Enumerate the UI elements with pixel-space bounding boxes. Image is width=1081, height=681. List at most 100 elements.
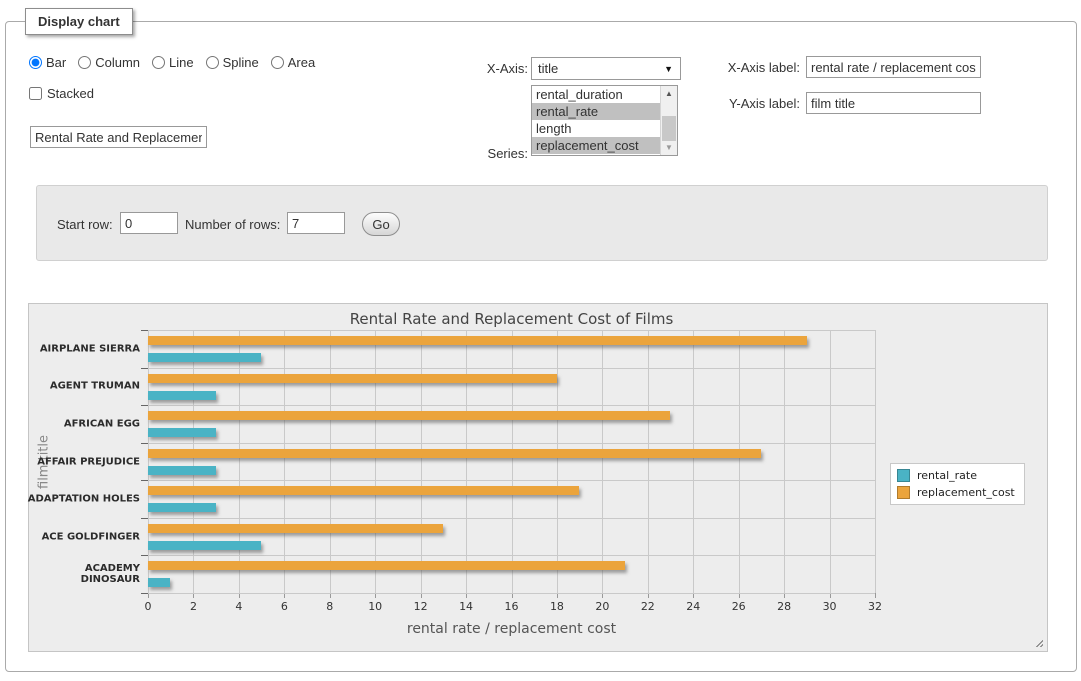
x-tick-label: 2 xyxy=(190,600,197,613)
start-row-input[interactable] xyxy=(120,212,178,234)
plot-area: 02468101214161820222426283032AIRPLANE SI… xyxy=(148,330,875,593)
x-gridline xyxy=(830,330,831,593)
series-select-label: Series: xyxy=(438,146,528,162)
chart-type-option-column[interactable]: Column xyxy=(78,55,140,70)
x-tick-label: 14 xyxy=(459,600,473,613)
y-tickmark xyxy=(141,555,148,556)
go-button[interactable]: Go xyxy=(362,212,400,236)
number-of-rows-input[interactable] xyxy=(287,212,345,234)
category-label: AFRICAN EGG xyxy=(24,418,140,429)
category-label: ACADEMY DINOSAUR xyxy=(24,563,140,585)
x-tick-label: 10 xyxy=(368,600,382,613)
x-tick-label: 4 xyxy=(235,600,242,613)
x-axis-select[interactable]: title ▼ xyxy=(531,57,681,80)
chart-type-option-line[interactable]: Line xyxy=(152,55,194,70)
category-label: AFFAIR PREJUDICE xyxy=(24,456,140,467)
series-option-rental_rate[interactable]: rental_rate xyxy=(532,103,660,120)
bar-replacement_cost xyxy=(148,524,443,533)
x-tickmark xyxy=(875,593,876,598)
stacked-option[interactable]: Stacked xyxy=(29,86,94,101)
chart-type-label: Area xyxy=(288,55,315,70)
x-tick-label: 18 xyxy=(550,600,564,613)
series-option-length[interactable]: length xyxy=(532,120,660,137)
bar-replacement_cost xyxy=(148,486,579,495)
x-gridline xyxy=(148,330,149,593)
x-gridline xyxy=(557,330,558,593)
category-label: AIRPLANE SIERRA xyxy=(24,343,140,354)
chart-title-input[interactable] xyxy=(30,126,207,148)
bar-replacement_cost xyxy=(148,411,670,420)
series-option-rental_duration[interactable]: rental_duration xyxy=(532,86,660,103)
x-tick-label: 8 xyxy=(326,600,333,613)
x-gridline xyxy=(330,330,331,593)
chart-type-option-area[interactable]: Area xyxy=(271,55,315,70)
x-gridline xyxy=(375,330,376,593)
scroll-up-icon[interactable]: ▲ xyxy=(661,86,677,101)
scroll-down-icon[interactable]: ▼ xyxy=(661,140,677,155)
series-option-replacement_cost[interactable]: replacement_cost xyxy=(532,137,660,154)
bar-rental_rate xyxy=(148,541,261,550)
chart-type-radio-line[interactable] xyxy=(152,56,165,69)
y-gridline xyxy=(148,443,875,444)
bar-replacement_cost xyxy=(148,449,761,458)
y-gridline xyxy=(148,518,875,519)
chart-type-option-spline[interactable]: Spline xyxy=(206,55,259,70)
bar-rental_rate xyxy=(148,466,216,475)
legend-swatch xyxy=(897,469,910,482)
number-of-rows-label: Number of rows: xyxy=(185,217,280,233)
y-gridline xyxy=(148,368,875,369)
chart-type-label: Bar xyxy=(46,55,66,70)
x-tick-label: 16 xyxy=(505,600,519,613)
stacked-checkbox[interactable] xyxy=(29,87,42,100)
x-tick-label: 26 xyxy=(732,600,746,613)
x-axis-label-input[interactable] xyxy=(806,56,981,78)
y-axis-label-label: Y-Axis label: xyxy=(700,96,800,112)
chart-type-option-bar[interactable]: Bar xyxy=(29,55,66,70)
y-tickmark xyxy=(141,593,148,594)
series-listbox[interactable]: rental_durationrental_ratelengthreplacem… xyxy=(531,85,678,156)
scrollbar-thumb[interactable] xyxy=(662,116,676,141)
y-gridline xyxy=(148,480,875,481)
x-tick-label: 28 xyxy=(777,600,791,613)
row-range-panel: Start row: Number of rows: Go xyxy=(36,185,1048,261)
x-tick-label: 0 xyxy=(145,600,152,613)
x-tick-label: 30 xyxy=(823,600,837,613)
x-tick-label: 20 xyxy=(595,600,609,613)
chart-type-radio-spline[interactable] xyxy=(206,56,219,69)
x-gridline xyxy=(239,330,240,593)
resize-grip-icon[interactable] xyxy=(1033,637,1043,647)
x-gridline xyxy=(193,330,194,593)
y-tickmark xyxy=(141,405,148,406)
x-gridline xyxy=(421,330,422,593)
y-tickmark xyxy=(141,518,148,519)
y-axis-label-input[interactable] xyxy=(806,92,981,114)
chart-title: Rental Rate and Replacement Cost of Film… xyxy=(148,310,875,328)
y-tickmark xyxy=(141,330,148,331)
listbox-scrollbar[interactable]: ▲ ▼ xyxy=(660,86,677,155)
chart-type-radio-area[interactable] xyxy=(271,56,284,69)
legend-item-rental_rate: rental_rate xyxy=(897,469,1015,482)
x-axis-label-label: X-Axis label: xyxy=(700,60,800,76)
x-tick-label: 6 xyxy=(281,600,288,613)
x-tick-label: 24 xyxy=(686,600,700,613)
y-tickmark xyxy=(141,480,148,481)
x-gridline xyxy=(693,330,694,593)
y-gridline xyxy=(148,330,875,331)
start-row-label: Start row: xyxy=(57,217,113,233)
chart-panel: Rental Rate and Replacement Cost of Film… xyxy=(28,303,1048,652)
y-gridline xyxy=(148,593,875,594)
chart-type-radio-column[interactable] xyxy=(78,56,91,69)
bar-rental_rate xyxy=(148,428,216,437)
chart-type-radio-bar[interactable] xyxy=(29,56,42,69)
stacked-label: Stacked xyxy=(47,86,94,101)
chart-x-axis-title: rental rate / replacement cost xyxy=(148,621,875,637)
x-tick-label: 22 xyxy=(641,600,655,613)
x-gridline xyxy=(648,330,649,593)
x-gridline xyxy=(875,330,876,593)
legend-item-replacement_cost: replacement_cost xyxy=(897,486,1015,499)
y-tickmark xyxy=(141,443,148,444)
bar-rental_rate xyxy=(148,578,170,587)
chart-type-label: Line xyxy=(169,55,194,70)
x-gridline xyxy=(284,330,285,593)
chart-legend: rental_rate replacement_cost xyxy=(890,463,1025,505)
